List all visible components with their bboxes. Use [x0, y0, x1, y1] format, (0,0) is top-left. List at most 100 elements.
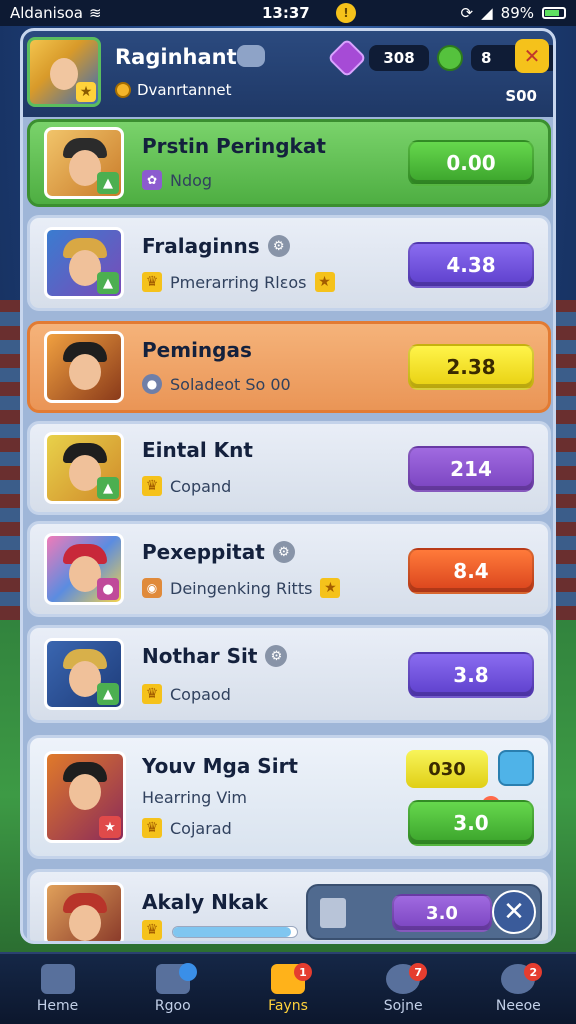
row-title-text: Prstin Peringkat: [142, 134, 326, 158]
signal-icon: ◢: [481, 4, 493, 22]
row-title: Akaly Nkak: [142, 890, 268, 914]
row-subtitle-text: Deingenking Ritts: [170, 578, 313, 598]
star-icon: ★: [76, 82, 96, 102]
row-title: Pexeppitat ⚙: [142, 540, 295, 564]
current-player-row[interactable]: ★ Youv Mga Sirt Hearring Vim ♛ Cojarad 0…: [27, 735, 551, 859]
level-badge-icon: ●: [97, 578, 119, 600]
star-icon: ★: [320, 578, 341, 598]
player-portrait: ▲: [44, 432, 124, 504]
controller-icon: ⚙: [267, 235, 290, 257]
player-portrait: ●: [44, 533, 124, 605]
crown-icon: ♛: [142, 272, 162, 292]
shield-icon: ●: [142, 374, 162, 394]
score-button[interactable]: 3.0: [392, 894, 492, 932]
nav-badge: 2: [524, 963, 543, 981]
row-subtitle: ● Soladeot So 00: [142, 374, 291, 394]
close-icon[interactable]: ✕: [492, 890, 536, 934]
document-icon[interactable]: [320, 898, 346, 928]
level-badge-icon: ▲: [97, 477, 119, 499]
player-header: ★ Raginhant Dvanrtannet 308 8 ✕ S00: [23, 31, 553, 117]
nav-dot-badge: [178, 963, 197, 981]
nav-item-leaderboard[interactable]: 1 Fayns: [238, 957, 338, 1021]
row-title: Youv Mga Sirt: [142, 754, 298, 778]
row-subtitle: ♛: [142, 920, 162, 940]
crown-icon: ♛: [142, 684, 162, 704]
nav-label: Rgoo: [154, 998, 191, 1014]
action-overlay: 3.0 ✕: [306, 884, 542, 940]
status-bar: Aldanisoa ≋ 13:37 ! ⟳ ◢ 89%: [0, 0, 576, 26]
score-button[interactable]: 2.38: [408, 344, 534, 390]
diamond-icon[interactable]: [498, 750, 534, 786]
portrait-face: [69, 774, 101, 810]
controller-icon[interactable]: [237, 45, 265, 67]
row-subtitle: ♛ Copaod: [142, 684, 231, 704]
nav-label: Heme: [36, 998, 79, 1014]
leaderboard-row[interactable]: ▲ Eintal Knt ♛ Copand 214: [27, 421, 551, 515]
nav-badge: 7: [409, 963, 428, 981]
player-portrait: ★: [44, 751, 126, 843]
row-title-text: Nothar Sit: [142, 644, 258, 668]
player-subtitle: Dvanrtannet: [115, 81, 232, 99]
score-button[interactable]: 8.4: [408, 548, 534, 594]
row-subtitle-text: Copand: [170, 476, 232, 496]
leaderboard-row[interactable]: Pemingas ● Soladeot So 00 2.38: [27, 321, 551, 413]
row-title-text: Youv Mga Sirt: [142, 754, 298, 778]
nav-item-target[interactable]: 7 Sojne: [353, 957, 453, 1021]
nav-label: Sojne: [383, 998, 423, 1014]
close-icon[interactable]: ✕: [515, 39, 549, 73]
nav-item-settings[interactable]: 2 Neeoe: [468, 957, 568, 1021]
row-subtitle-text: Copaod: [170, 684, 231, 704]
row-line2-text: Hearring Vim: [142, 788, 248, 807]
controller-icon: ⚙: [265, 645, 288, 667]
row-subtitle: ◉ Deingenking Ritts ★: [142, 578, 341, 598]
gear-badge-icon: ✿: [142, 170, 162, 190]
nav-item-search[interactable]: Rgoo: [123, 957, 223, 1021]
progress-fill: [173, 927, 291, 937]
level-badge-icon: ▲: [97, 172, 119, 194]
level-badge-icon: ▲: [97, 272, 119, 294]
small-score-button[interactable]: 030: [406, 750, 488, 788]
score-button[interactable]: 3.0: [408, 800, 534, 846]
row-subtitle-text: Cojarad: [170, 818, 232, 838]
row-title: Nothar Sit ⚙: [142, 644, 288, 668]
score-button[interactable]: 0.00: [408, 140, 534, 186]
player-sub-label: Dvanrtannet: [137, 81, 232, 99]
crown-icon: ♛: [142, 920, 162, 940]
home-icon: [40, 964, 75, 994]
progress-bar: [172, 926, 298, 938]
leaderboard-row[interactable]: Akaly Nkak ♛ 3.0 ✕: [27, 869, 551, 941]
player-portrait: ▲: [44, 127, 124, 199]
row-title-text: Eintal Knt: [142, 438, 253, 462]
carrier-label: Aldanisoa: [10, 4, 84, 22]
emerald-icon: [437, 45, 463, 71]
row-title: Prstin Peringkat: [142, 134, 326, 158]
star-icon: ★: [99, 816, 121, 838]
leaderboard-row[interactable]: ▲ Prstin Peringkat ✿ Ndog 0.00: [27, 119, 551, 207]
row-subtitle-text: Ndog: [170, 170, 213, 190]
nav-badge: 1: [293, 963, 312, 981]
gem-icon: [327, 38, 367, 78]
portrait-face: [69, 905, 101, 941]
score-button[interactable]: 3.8: [408, 652, 534, 698]
nav-item-home[interactable]: Heme: [8, 957, 108, 1021]
row-subtitle-text: Soladeot So 00: [170, 374, 291, 394]
leaderboard-row[interactable]: ▲ Fralaginns ⚙ ♛ Pmerarring Rlεos ★ 4.38: [27, 215, 551, 311]
row-title-text: Pemingas: [142, 338, 252, 362]
row-title: Fralaginns ⚙: [142, 234, 290, 258]
score-button[interactable]: 4.38: [408, 242, 534, 288]
portrait-face: [69, 354, 101, 390]
crown-icon: ♛: [142, 476, 162, 496]
battery-percent: 89%: [500, 4, 534, 22]
notification-coin-icon: !: [336, 3, 356, 23]
leaderboard-row[interactable]: ● Pexeppitat ⚙ ◉ Deingenking Ritts ★ 8.4: [27, 521, 551, 617]
nav-label: Fayns: [268, 998, 308, 1014]
star-icon: ★: [314, 272, 335, 292]
row-subtitle-text: Pmerarring Rlεos: [170, 272, 307, 292]
score-button[interactable]: 214: [408, 446, 534, 492]
leaderboard-row[interactable]: ▲ Nothar Sit ⚙ ♛ Copaod 3.8: [27, 625, 551, 723]
crown-icon: ♛: [142, 818, 162, 838]
row-title-text: Pexeppitat: [142, 540, 265, 564]
player-avatar[interactable]: ★: [27, 37, 101, 107]
bottom-nav: Heme Rgoo 1 Fayns 7 Sojne 2 Neeoe: [0, 952, 576, 1024]
player-portrait: [44, 882, 124, 941]
